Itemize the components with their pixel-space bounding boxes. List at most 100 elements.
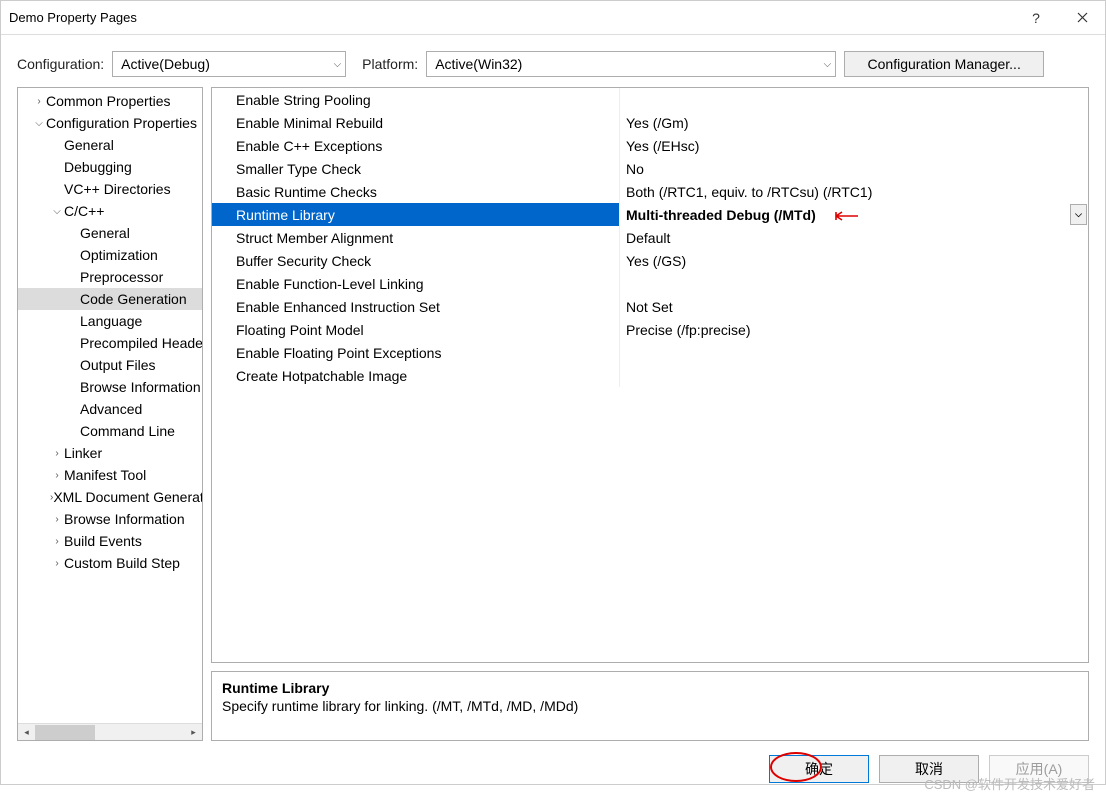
expand-icon[interactable]: › <box>50 558 64 569</box>
property-name: Enable Function-Level Linking <box>212 272 620 295</box>
tree-cc-advanced[interactable]: Advanced <box>18 398 202 420</box>
property-value[interactable] <box>620 364 1088 387</box>
watermark: CSDN @软件开发技术爱好者 <box>924 774 1095 793</box>
tree-vc-directories[interactable]: VC++ Directories <box>18 178 202 200</box>
toolbar: Configuration: Active(Debug) ⌵ Platform:… <box>1 35 1105 87</box>
property-row[interactable]: Enable String Pooling <box>212 88 1088 111</box>
close-icon <box>1077 12 1088 23</box>
tree-cc-language[interactable]: Language <box>18 310 202 332</box>
configuration-value: Active(Debug) <box>121 56 210 72</box>
tree-xml-document-generator[interactable]: ›XML Document Generator <box>18 486 202 508</box>
footer: 确定 取消 应用(A) CSDN @软件开发技术爱好者 <box>1 741 1105 799</box>
property-value[interactable]: Default <box>620 226 1088 249</box>
property-value[interactable]: Yes (/GS) <box>620 249 1088 272</box>
description-text: Specify runtime library for linking. (/M… <box>222 698 1078 714</box>
platform-value: Active(Win32) <box>435 56 522 72</box>
property-row[interactable]: Runtime LibraryMulti-threaded Debug (/MT… <box>212 203 1088 226</box>
tree-cc-browse-information[interactable]: Browse Information <box>18 376 202 398</box>
tree-browse-information[interactable]: ›Browse Information <box>18 508 202 530</box>
expand-icon[interactable]: › <box>32 96 46 107</box>
tree-build-events[interactable]: ›Build Events <box>18 530 202 552</box>
property-name: Smaller Type Check <box>212 157 620 180</box>
property-row[interactable]: Floating Point ModelPrecise (/fp:precise… <box>212 318 1088 341</box>
tree-cc-output-files[interactable]: Output Files <box>18 354 202 376</box>
tree-custom-build-step[interactable]: ›Custom Build Step <box>18 552 202 574</box>
close-button[interactable] <box>1059 1 1105 35</box>
property-name: Struct Member Alignment <box>212 226 620 249</box>
property-row[interactable]: Enable Function-Level Linking <box>212 272 1088 295</box>
collapse-icon[interactable]: ⌵ <box>32 118 46 129</box>
property-value[interactable]: Not Set <box>620 295 1088 318</box>
property-row[interactable]: Buffer Security CheckYes (/GS) <box>212 249 1088 272</box>
chevron-down-icon: ⌵ <box>334 59 342 70</box>
help-button[interactable]: ? <box>1013 1 1059 35</box>
property-value[interactable]: Precise (/fp:precise) <box>620 318 1088 341</box>
property-name: Enable Minimal Rebuild <box>212 111 620 134</box>
expand-icon[interactable]: › <box>50 514 64 525</box>
property-row[interactable]: Basic Runtime ChecksBoth (/RTC1, equiv. … <box>212 180 1088 203</box>
property-name: Enable Enhanced Instruction Set <box>212 295 620 318</box>
tree-cc-preprocessor[interactable]: Preprocessor <box>18 266 202 288</box>
collapse-icon[interactable]: ⌵ <box>50 206 64 217</box>
tree-linker[interactable]: ›Linker <box>18 442 202 464</box>
property-name: Enable Floating Point Exceptions <box>212 341 620 364</box>
chevron-down-icon: ⌵ <box>1075 209 1082 220</box>
category-tree[interactable]: ›Common Properties ⌵Configuration Proper… <box>17 87 203 741</box>
tree-cc-command-line[interactable]: Command Line <box>18 420 202 442</box>
property-row[interactable]: Struct Member AlignmentDefault <box>212 226 1088 249</box>
platform-label: Platform: <box>362 56 418 72</box>
property-row[interactable]: Create Hotpatchable Image <box>212 364 1088 387</box>
tree-common-properties[interactable]: ›Common Properties <box>18 90 202 112</box>
tree-cc-optimization[interactable]: Optimization <box>18 244 202 266</box>
dropdown-button[interactable]: ⌵ <box>1070 204 1087 225</box>
property-name: Enable String Pooling <box>212 88 620 111</box>
titlebar: Demo Property Pages ? <box>1 1 1105 35</box>
tree-general[interactable]: General <box>18 134 202 156</box>
tree-manifest-tool[interactable]: ›Manifest Tool <box>18 464 202 486</box>
horizontal-scrollbar[interactable]: ◂ ▸ <box>18 723 202 740</box>
tree-cc-general[interactable]: General <box>18 222 202 244</box>
scroll-left-icon[interactable]: ◂ <box>18 724 35 741</box>
configuration-manager-button[interactable]: Configuration Manager... <box>844 51 1044 77</box>
property-name: Create Hotpatchable Image <box>212 364 620 387</box>
tree-debugging[interactable]: Debugging <box>18 156 202 178</box>
property-name: Basic Runtime Checks <box>212 180 620 203</box>
tree-c-cpp[interactable]: ⌵C/C++ <box>18 200 202 222</box>
property-value[interactable]: Multi-threaded Debug (/MTd)⌵ <box>620 203 1088 226</box>
expand-icon[interactable]: › <box>50 448 64 459</box>
content-area: ›Common Properties ⌵Configuration Proper… <box>1 87 1105 741</box>
configuration-label: Configuration: <box>17 56 104 72</box>
property-row[interactable]: Smaller Type CheckNo <box>212 157 1088 180</box>
expand-icon[interactable]: › <box>50 536 64 547</box>
window-title: Demo Property Pages <box>9 10 1013 25</box>
chevron-down-icon: ⌵ <box>824 59 832 70</box>
property-grid[interactable]: Enable String PoolingEnable Minimal Rebu… <box>211 87 1089 663</box>
property-value[interactable]: No <box>620 157 1088 180</box>
property-name: Buffer Security Check <box>212 249 620 272</box>
property-value[interactable] <box>620 341 1088 364</box>
property-row[interactable]: Enable C++ ExceptionsYes (/EHsc) <box>212 134 1088 157</box>
property-value[interactable]: Yes (/EHsc) <box>620 134 1088 157</box>
scroll-thumb[interactable] <box>35 725 95 740</box>
property-name: Runtime Library <box>212 203 620 226</box>
property-value[interactable] <box>620 272 1088 295</box>
platform-combo[interactable]: Active(Win32) ⌵ <box>426 51 836 77</box>
property-row[interactable]: Enable Enhanced Instruction SetNot Set <box>212 295 1088 318</box>
property-value[interactable]: Both (/RTC1, equiv. to /RTCsu) (/RTC1) <box>620 180 1088 203</box>
description-panel: Runtime Library Specify runtime library … <box>211 671 1089 741</box>
annotation-arrow-icon <box>830 207 860 223</box>
tree-cc-precompiled-headers[interactable]: Precompiled Headers <box>18 332 202 354</box>
property-row[interactable]: Enable Floating Point Exceptions <box>212 341 1088 364</box>
ok-button[interactable]: 确定 <box>769 755 869 783</box>
tree-cc-code-generation[interactable]: Code Generation <box>18 288 202 310</box>
property-panel: Enable String PoolingEnable Minimal Rebu… <box>211 87 1089 741</box>
property-value[interactable]: Yes (/Gm) <box>620 111 1088 134</box>
property-name: Enable C++ Exceptions <box>212 134 620 157</box>
property-row[interactable]: Enable Minimal RebuildYes (/Gm) <box>212 111 1088 134</box>
property-name: Floating Point Model <box>212 318 620 341</box>
configuration-combo[interactable]: Active(Debug) ⌵ <box>112 51 346 77</box>
tree-configuration-properties[interactable]: ⌵Configuration Properties <box>18 112 202 134</box>
expand-icon[interactable]: › <box>50 470 64 481</box>
property-value[interactable] <box>620 88 1088 111</box>
scroll-right-icon[interactable]: ▸ <box>185 724 202 741</box>
